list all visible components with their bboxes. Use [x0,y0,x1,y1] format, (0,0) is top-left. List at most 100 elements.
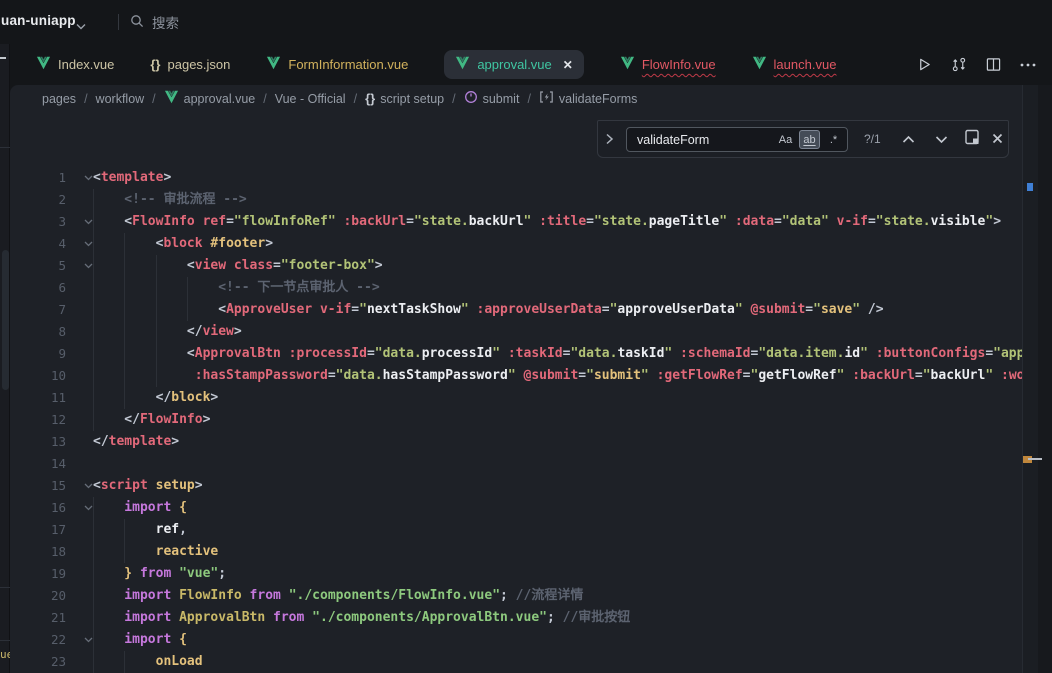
code-area[interactable]: 1<template>2 <!-- 审批流程 -->3 <FlowInfo re… [10,167,1022,673]
braces-icon: {} [365,91,375,106]
breadcrumb-item-submit[interactable]: submit [464,90,520,107]
regex-toggle[interactable]: .* [823,130,844,149]
breadcrumb-item-pages[interactable]: pages [42,92,76,106]
editor-window: uan-uniapp 搜索 Index.vue {}pages.json FormI… [0,0,1052,673]
code-text: <FlowInfo ref="flowInfoRef" :backUrl="st… [93,211,1001,233]
code-text: </view> [93,321,242,343]
code-line-18[interactable]: 18 reactive [10,541,1022,563]
find-input[interactable] [627,133,775,147]
find-expand-toggle[interactable] [605,132,614,150]
code-text: reactive [93,541,218,563]
code-text: import { [93,629,187,651]
line-number: 10 [10,365,66,387]
breadcrumb-item-vue-official[interactable]: Vue - Official [275,92,346,106]
breadcrumb-separator: / [84,92,87,106]
code-line-1[interactable]: 1<template> [10,167,1022,189]
code-line-13[interactable]: 13</template> [10,431,1022,453]
code-line-21[interactable]: 21 import ApprovalBtn from "./components… [10,607,1022,629]
line-number: 20 [10,585,66,607]
code-line-19[interactable]: 19 } from "vue"; [10,563,1022,585]
line-number: 16 [10,497,66,519]
code-line-5[interactable]: 5 <view class="footer-box"> [10,255,1022,277]
more-actions-button[interactable] [1020,63,1036,67]
tab-approval-vue[interactable]: approval.vue✕ [444,50,584,79]
code-line-12[interactable]: 12 </FlowInfo> [10,409,1022,431]
close-icon[interactable]: ✕ [563,58,573,72]
code-line-17[interactable]: 17 ref, [10,519,1022,541]
code-line-2[interactable]: 2 <!-- 审批流程 --> [10,189,1022,211]
tab-launch-vue[interactable]: launch.vue [752,56,837,73]
code-text: onLoad [93,651,203,673]
code-line-9[interactable]: 9 <ApprovalBtn :processId="data.processI… [10,343,1022,365]
code-line-14[interactable]: 14 [10,453,1022,475]
global-search[interactable]: 搜索 [130,12,179,32]
scrollbar-gutter[interactable] [1038,85,1052,673]
line-number: 8 [10,321,66,343]
code-text: </FlowInfo> [93,409,210,431]
code-line-22[interactable]: 22 import { [10,629,1022,651]
breadcrumb-item-workflow[interactable]: workflow [96,92,145,106]
breadcrumb-separator: / [263,92,266,106]
code-line-16[interactable]: 16 import { [10,497,1022,519]
line-number: 2 [10,189,66,211]
split-editor-button[interactable] [986,57,1001,72]
chevron-down-icon[interactable] [76,17,86,35]
tab-index-vue[interactable]: Index.vue [36,56,114,73]
code-line-10[interactable]: 10 :hasStampPassword="data.hasStampPassw… [10,365,1022,387]
search-icon [130,14,144,31]
code-line-15[interactable]: 15<script setup> [10,475,1022,497]
code-text: <script setup> [93,475,203,497]
vue-icon [455,56,470,73]
editor-actions [917,44,1036,85]
line-number: 1 [10,167,66,189]
breadcrumb-item-approval-vue[interactable]: approval.vue [164,90,256,107]
breadcrumb-item-validateforms[interactable]: validateForms [539,91,638,106]
code-text: <!-- 审批流程 --> [93,189,247,211]
run-button[interactable] [917,57,932,72]
open-changes-button[interactable] [951,57,967,72]
titlebar-divider [118,14,119,30]
find-result-count: ?/1 [864,132,881,146]
code-line-4[interactable]: 4 <block #footer> [10,233,1022,255]
tab-pages-json[interactable]: {}pages.json [150,57,230,72]
code-text: <view class="footer-box"> [93,255,383,277]
line-number: 23 [10,651,66,673]
find-next-button[interactable] [935,131,948,149]
line-number: 14 [10,453,66,475]
code-line-11[interactable]: 11 </block> [10,387,1022,409]
code-text: <block #footer> [93,233,273,255]
find-previous-button[interactable] [902,131,915,149]
vue-icon [266,56,281,73]
overview-ruler[interactable] [1023,85,1038,673]
breadcrumb-label: workflow [96,92,145,106]
line-number: 21 [10,607,66,629]
code-text: import FlowInfo from "./components/FlowI… [93,585,583,607]
whole-word-toggle[interactable]: ab [799,130,820,149]
code-line-8[interactable]: 8 </view> [10,321,1022,343]
ruler-modified-marker [1027,183,1033,191]
code-line-7[interactable]: 7 <ApproveUser v-if="nextTaskShow" :appr… [10,299,1022,321]
breadcrumb-separator: / [527,92,530,106]
code-line-23[interactable]: 23 onLoad [10,651,1022,673]
code-line-6[interactable]: 6 <!-- 下一节点审批人 --> [10,277,1022,299]
match-case-toggle[interactable]: Aa [775,130,796,149]
sidebar-fragment: ue [0,44,10,673]
code-line-3[interactable]: 3 <FlowInfo ref="flowInfoRef" :backUrl="… [10,211,1022,233]
breadcrumb-label: Vue - Official [275,92,346,106]
breadcrumb-item-script-setup[interactable]: {}script setup [365,91,444,106]
sidebar-scrollbar[interactable] [2,250,9,390]
close-icon[interactable] [992,131,1003,149]
find-in-selection-icon[interactable] [964,129,980,151]
project-name[interactable]: uan-uniapp [1,13,76,28]
tab-label: launch.vue [774,57,837,72]
title-bar: uan-uniapp 搜索 [0,0,1052,44]
line-number: 17 [10,519,66,541]
tab-forminformation-vue[interactable]: FormInformation.vue [266,56,408,73]
breadcrumb-separator: / [452,92,455,106]
ruler-cursor-marker [1028,458,1042,460]
code-line-20[interactable]: 20 import FlowInfo from "./components/Fl… [10,585,1022,607]
tab-flowinfo-vue[interactable]: FlowInfo.vue [620,56,716,73]
breadcrumb-label: submit [483,92,520,106]
tab-label: FormInformation.vue [288,57,408,72]
line-number: 3 [10,211,66,233]
